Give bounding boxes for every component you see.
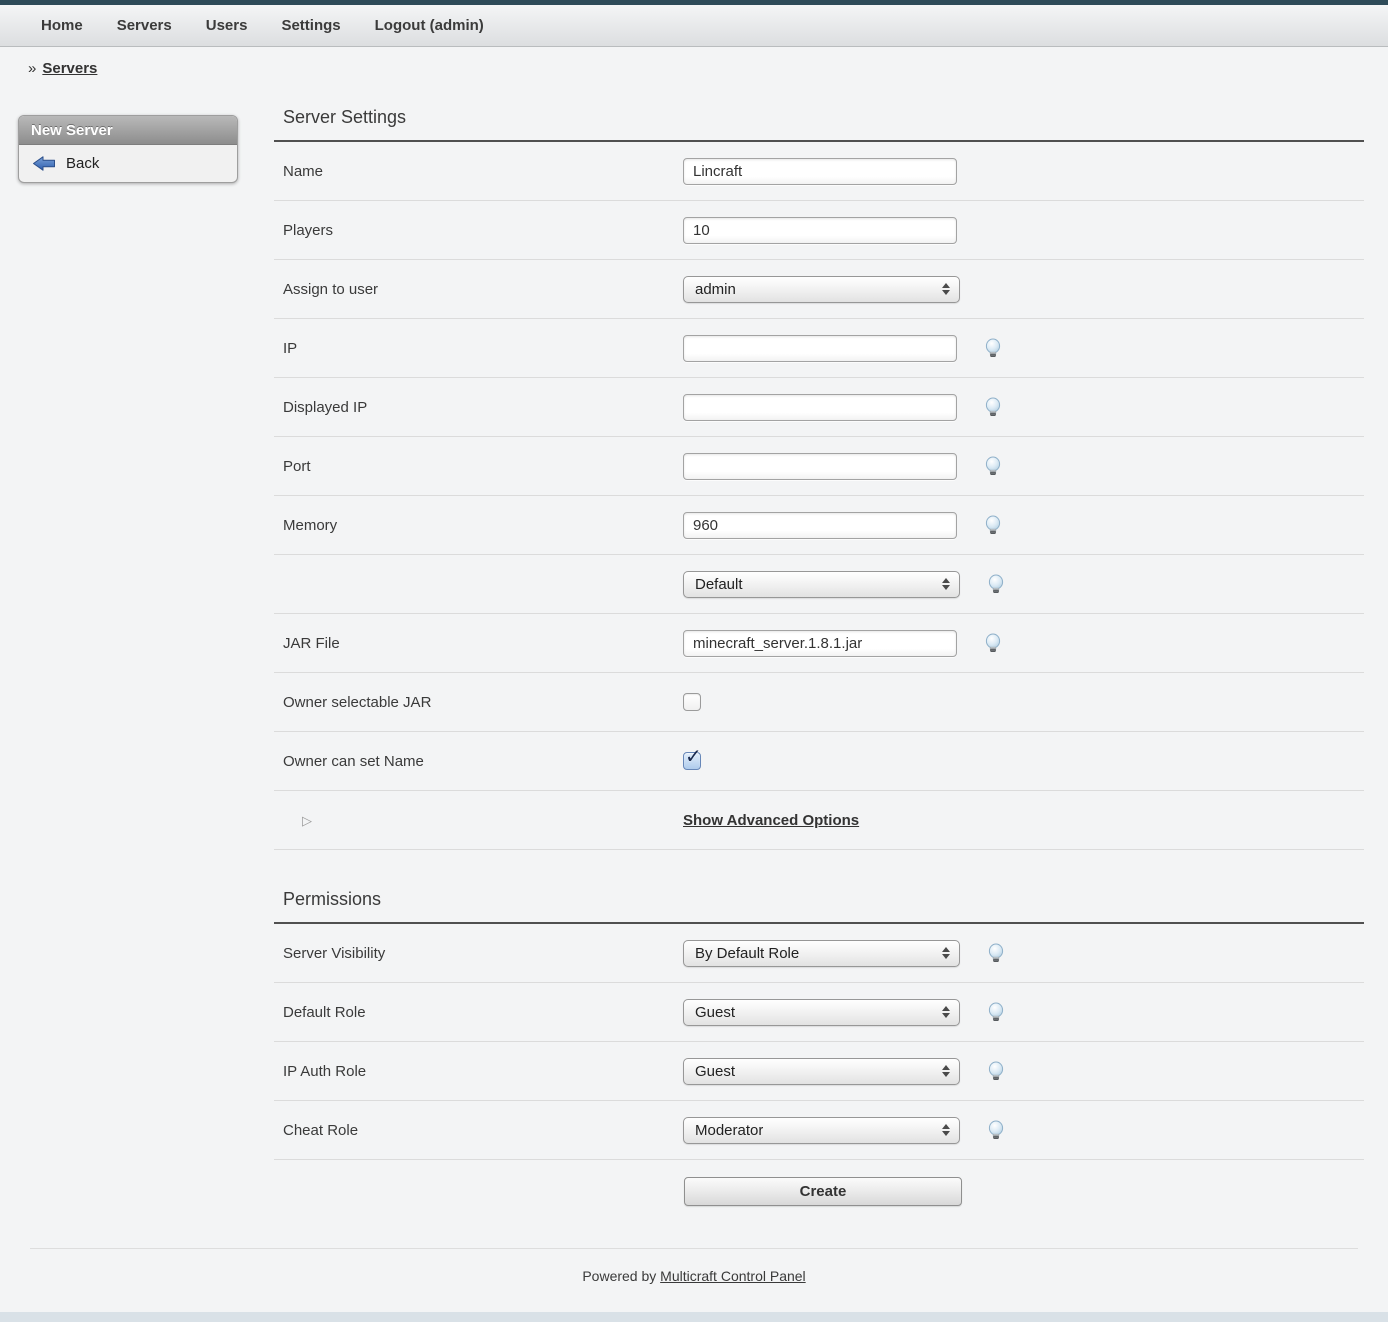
memory-help-lightbulb-icon[interactable] xyxy=(983,515,1003,536)
ip-auth-role-select[interactable]: Guest xyxy=(683,1058,960,1085)
breadcrumb: » Servers xyxy=(0,47,1388,86)
nav-item-servers[interactable]: Servers xyxy=(100,5,189,47)
name-input[interactable] xyxy=(683,158,957,185)
server-visibility-label: Server Visibility xyxy=(274,945,683,962)
nav-item-logout[interactable]: Logout (admin) xyxy=(358,5,501,47)
form-row-assign-to-user: Assign to user admin xyxy=(274,260,1364,319)
port-label: Port xyxy=(274,458,683,475)
select-arrows-icon xyxy=(942,283,950,295)
form-row-players: Players xyxy=(274,201,1364,260)
default-option-help-lightbulb-icon[interactable] xyxy=(986,574,1006,595)
assign-to-user-select[interactable]: admin xyxy=(683,276,960,303)
form-row-displayed-ip: Displayed IP xyxy=(274,378,1364,437)
breadcrumb-link-servers[interactable]: Servers xyxy=(42,60,97,77)
sidebar-panel: New Server Back xyxy=(18,115,238,183)
nav-item-settings[interactable]: Settings xyxy=(264,5,357,47)
multicraft-control-panel-link[interactable]: Multicraft Control Panel xyxy=(660,1268,806,1284)
back-button-label: Back xyxy=(66,155,99,172)
form-row-ip: IP xyxy=(274,319,1364,378)
main-area: New Server Back Server Settings Name Pla… xyxy=(0,106,1388,1234)
jar-file-input[interactable] xyxy=(683,630,957,657)
footer-prefix: Powered by xyxy=(582,1268,656,1284)
ip-input[interactable] xyxy=(683,335,957,362)
server-visibility-select-value: By Default Role xyxy=(695,945,799,962)
page: Home Servers Users Settings Logout (admi… xyxy=(0,0,1388,1322)
players-input[interactable] xyxy=(683,217,957,244)
checkmark-icon: ✓ xyxy=(685,744,702,768)
form-content: Server Settings Name Players Assign to u… xyxy=(274,106,1364,1234)
memory-label: Memory xyxy=(274,517,683,534)
displayed-ip-help-lightbulb-icon[interactable] xyxy=(983,397,1003,418)
form-row-create: Create xyxy=(274,1160,1364,1234)
cheat-role-label: Cheat Role xyxy=(274,1122,683,1139)
assign-to-user-label: Assign to user xyxy=(274,281,683,298)
sidebar-title: New Server xyxy=(19,116,237,145)
default-role-select-value: Guest xyxy=(695,1004,735,1021)
form-row-name: Name xyxy=(274,142,1364,201)
owner-selectable-jar-checkbox[interactable] xyxy=(683,693,701,711)
default-option-select[interactable]: Default xyxy=(683,571,960,598)
select-arrows-icon xyxy=(942,947,950,959)
memory-input[interactable] xyxy=(683,512,957,539)
form-row-ip-auth-role: IP Auth Role Guest xyxy=(274,1042,1364,1101)
owner-selectable-jar-label: Owner selectable JAR xyxy=(274,694,683,711)
server-settings-heading: Server Settings xyxy=(283,106,1364,128)
ip-auth-role-help-lightbulb-icon[interactable] xyxy=(986,1061,1006,1082)
form-row-default-option: Default xyxy=(274,555,1364,614)
ip-auth-role-label: IP Auth Role xyxy=(274,1063,683,1080)
form-row-owner-selectable-jar: Owner selectable JAR xyxy=(274,673,1364,732)
form-row-jar-file: JAR File xyxy=(274,614,1364,673)
owner-can-set-name-label: Owner can set Name xyxy=(274,753,683,770)
port-input[interactable] xyxy=(683,453,957,480)
ip-auth-role-select-value: Guest xyxy=(695,1063,735,1080)
form-row-memory: Memory xyxy=(274,496,1364,555)
default-role-help-lightbulb-icon[interactable] xyxy=(986,1002,1006,1023)
select-arrows-icon xyxy=(942,1065,950,1077)
bottom-accent-bar xyxy=(0,1312,1388,1322)
footer: Powered by Multicraft Control Panel xyxy=(0,1249,1388,1292)
default-option-select-value: Default xyxy=(695,576,743,593)
displayed-ip-label: Displayed IP xyxy=(274,399,683,416)
cheat-role-help-lightbulb-icon[interactable] xyxy=(986,1120,1006,1141)
form-row-owner-can-set-name: Owner can set Name ✓ xyxy=(274,732,1364,791)
disclosure-triangle-icon[interactable]: ▷ xyxy=(283,814,312,829)
cheat-role-select[interactable]: Moderator xyxy=(683,1117,960,1144)
nav-item-users[interactable]: Users xyxy=(189,5,265,47)
owner-can-set-name-checkbox[interactable]: ✓ xyxy=(683,752,701,770)
select-arrows-icon xyxy=(942,1006,950,1018)
select-arrows-icon xyxy=(942,578,950,590)
server-visibility-help-lightbulb-icon[interactable] xyxy=(986,943,1006,964)
default-role-select[interactable]: Guest xyxy=(683,999,960,1026)
show-advanced-options-link[interactable]: Show Advanced Options xyxy=(683,812,859,829)
name-label: Name xyxy=(274,163,683,180)
permissions-heading: Permissions xyxy=(283,888,1364,910)
create-button[interactable]: Create xyxy=(684,1177,962,1206)
cheat-role-select-value: Moderator xyxy=(695,1122,763,1139)
jar-file-help-lightbulb-icon[interactable] xyxy=(983,633,1003,654)
breadcrumb-marker: » xyxy=(28,60,36,77)
select-arrows-icon xyxy=(942,1124,950,1136)
port-help-lightbulb-icon[interactable] xyxy=(983,456,1003,477)
players-label: Players xyxy=(274,222,683,239)
form-row-server-visibility: Server Visibility By Default Role xyxy=(274,924,1364,983)
nav-item-home[interactable]: Home xyxy=(24,5,100,47)
server-visibility-select[interactable]: By Default Role xyxy=(683,940,960,967)
assign-to-user-select-value: admin xyxy=(695,281,736,298)
ip-help-lightbulb-icon[interactable] xyxy=(983,338,1003,359)
main-nav: Home Servers Users Settings Logout (admi… xyxy=(0,5,1388,47)
jar-file-label: JAR File xyxy=(274,635,683,652)
form-row-advanced-options: ▷ Show Advanced Options xyxy=(274,791,1364,850)
back-button[interactable]: Back xyxy=(19,145,237,182)
form-row-cheat-role: Cheat Role Moderator xyxy=(274,1101,1364,1160)
back-arrow-icon xyxy=(32,155,56,172)
form-row-port: Port xyxy=(274,437,1364,496)
default-role-label: Default Role xyxy=(274,1004,683,1021)
ip-label: IP xyxy=(274,340,683,357)
displayed-ip-input[interactable] xyxy=(683,394,957,421)
form-row-default-role: Default Role Guest xyxy=(274,983,1364,1042)
